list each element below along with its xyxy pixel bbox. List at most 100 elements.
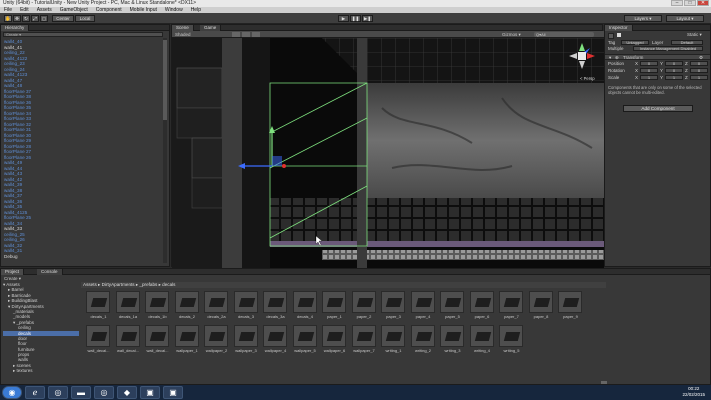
layer-dropdown[interactable]: Default	[671, 40, 703, 45]
scale-y-field[interactable]: 1	[665, 75, 683, 80]
asset-label: paper_3	[386, 314, 401, 319]
asset-item[interactable]: wallpaper_7	[351, 325, 378, 355]
asset-item[interactable]: decals_2	[174, 291, 201, 321]
rect-tool-icon[interactable]: ▢	[40, 15, 48, 22]
asset-item[interactable]: wall_decal...	[115, 325, 142, 355]
ie-icon[interactable]: ℯ	[25, 386, 45, 399]
scene-viewport[interactable]: < Persp	[172, 38, 604, 268]
asset-item[interactable]: paper_4	[410, 291, 437, 321]
minimize-button[interactable]: –	[671, 0, 683, 6]
scale-z-field[interactable]: 1	[690, 75, 708, 80]
hierarchy-item[interactable]: Debug	[4, 254, 162, 260]
asset-item[interactable]: paper_2	[351, 291, 378, 321]
scene-search-input[interactable]: Q▾All	[534, 32, 594, 37]
transform-icon: ⊕	[615, 55, 619, 60]
asset-item[interactable]: paper_3	[380, 291, 407, 321]
asset-item[interactable]: wallpaper_1	[174, 325, 201, 355]
folder-icon[interactable]: ▬	[71, 386, 91, 399]
app-icon[interactable]: ▣	[163, 386, 183, 399]
static-dropdown[interactable]: Static ▾	[687, 32, 702, 38]
tab-hierarchy[interactable]: Hierarchy	[1, 25, 30, 31]
hierarchy-create-search[interactable]: Create ▾	[3, 32, 163, 37]
tag-dropdown[interactable]: Untagged	[621, 40, 649, 45]
asset-item[interactable]: writing_5	[498, 325, 525, 355]
asset-item[interactable]: decals_1	[85, 291, 112, 321]
system-clock[interactable]: 00:22 22/02/2015	[682, 386, 705, 398]
asset-item[interactable]: wall_decal...	[144, 325, 171, 355]
2d-toggle[interactable]	[232, 32, 240, 37]
unity-icon[interactable]: ◆	[117, 386, 137, 399]
asset-thumbnail	[174, 325, 199, 347]
transform-header[interactable]: ▾ ⊕ Transform ⚙	[605, 54, 710, 60]
asset-item[interactable]: wall_decal...	[85, 325, 112, 355]
asset-item[interactable]: paper_6	[469, 291, 496, 321]
project-breadcrumb[interactable]: Assets ▸ DirtyApartments ▸ _prefabs ▸ de…	[81, 282, 606, 288]
pivot-center-toggle[interactable]: Center	[52, 15, 74, 22]
lighting-toggle[interactable]	[242, 32, 250, 37]
scale-tool-icon[interactable]: ⤢	[31, 15, 39, 22]
chrome-icon[interactable]: ◎	[48, 386, 68, 399]
multiple-dropdown[interactable]: Instance Management Disabled	[633, 46, 703, 51]
asset-item[interactable]: paper_9	[557, 291, 584, 321]
asset-item[interactable]: decals_1a	[115, 291, 142, 321]
windows-start-icon[interactable]: ◉	[2, 386, 22, 399]
position-y-field[interactable]: 0	[665, 61, 683, 66]
chrome-icon[interactable]: ◎	[94, 386, 114, 399]
active-checkbox[interactable]	[617, 33, 621, 37]
app-icon[interactable]: ▣	[140, 386, 160, 399]
rotation-y-field[interactable]: 0	[665, 68, 683, 73]
asset-item[interactable]: writing_1	[380, 325, 407, 355]
rotation-x-field[interactable]: 0	[640, 68, 658, 73]
asset-item[interactable]: wallpaper_6	[321, 325, 348, 355]
shading-mode-dropdown[interactable]: Shaded	[175, 32, 191, 37]
prefab-shape	[533, 298, 550, 307]
asset-item[interactable]: paper_8	[528, 291, 555, 321]
position-z-field[interactable]: 0	[690, 61, 708, 66]
pivot-local-toggle[interactable]: Local	[75, 15, 95, 22]
audio-toggle[interactable]	[252, 32, 260, 37]
prefab-shape	[503, 298, 521, 307]
tab-inspector[interactable]: Inspector	[605, 25, 633, 31]
asset-item[interactable]: decals_3	[233, 291, 260, 321]
asset-item[interactable]: wallpaper_3	[233, 325, 260, 355]
hierarchy-scrollbar[interactable]	[163, 38, 167, 263]
rotate-tool-icon[interactable]: ↻	[22, 15, 30, 22]
layout-dropdown[interactable]: Layout ▾	[666, 15, 704, 22]
pause-button[interactable]: ❚❚	[350, 15, 361, 22]
asset-item[interactable]: decals_2a	[203, 291, 230, 321]
asset-item[interactable]: paper_5	[439, 291, 466, 321]
persp-label[interactable]: < Persp	[580, 76, 595, 81]
scale-x-field[interactable]: 1	[640, 75, 658, 80]
asset-item[interactable]: paper_7	[498, 291, 525, 321]
asset-label: decals_1a	[118, 314, 138, 319]
folder-tree-item[interactable]: ▸ textures	[3, 368, 79, 373]
maximize-button[interactable]: □	[684, 0, 696, 6]
hierarchy-scroll-thumb[interactable]	[163, 40, 167, 120]
move-tool-icon[interactable]: ✥	[13, 15, 21, 22]
asset-item[interactable]: writing_3	[439, 325, 466, 355]
asset-item[interactable]: writing_4	[469, 325, 496, 355]
add-component-button[interactable]: Add Component	[623, 105, 693, 112]
tab-project[interactable]: Project	[1, 269, 25, 275]
rotation-z-field[interactable]: 0	[690, 68, 708, 73]
asset-item[interactable]: wallpaper_2	[203, 325, 230, 355]
asset-item[interactable]: paper_1	[321, 291, 348, 321]
asset-item[interactable]: wallpaper_5	[292, 325, 319, 355]
asset-item[interactable]: decals_3a	[262, 291, 289, 321]
layers-dropdown[interactable]: Layers ▾	[624, 15, 662, 22]
close-button[interactable]: ✕	[697, 0, 709, 6]
thumbnail-size-slider[interactable]	[601, 381, 607, 384]
asset-item[interactable]: decals_1b	[144, 291, 171, 321]
asset-item[interactable]: writing_2	[410, 325, 437, 355]
asset-label: wallpaper_4	[264, 348, 287, 353]
asset-item[interactable]: wallpaper_4	[262, 325, 289, 355]
hand-tool-icon[interactable]: ✋	[4, 15, 12, 22]
asset-thumbnail	[115, 291, 140, 313]
step-button[interactable]: ▶❚	[362, 15, 373, 22]
prefab-shape	[444, 298, 462, 307]
position-x-field[interactable]: 0	[640, 61, 658, 66]
taskbar: ◉ ℯ ◎ ▬ ◎ ◆ ▣ ▣ 00:22 22/02/2015	[0, 385, 711, 400]
play-button[interactable]: ▶	[338, 15, 349, 22]
tab-console[interactable]: Console	[37, 269, 63, 275]
asset-item[interactable]: decals_4	[292, 291, 319, 321]
